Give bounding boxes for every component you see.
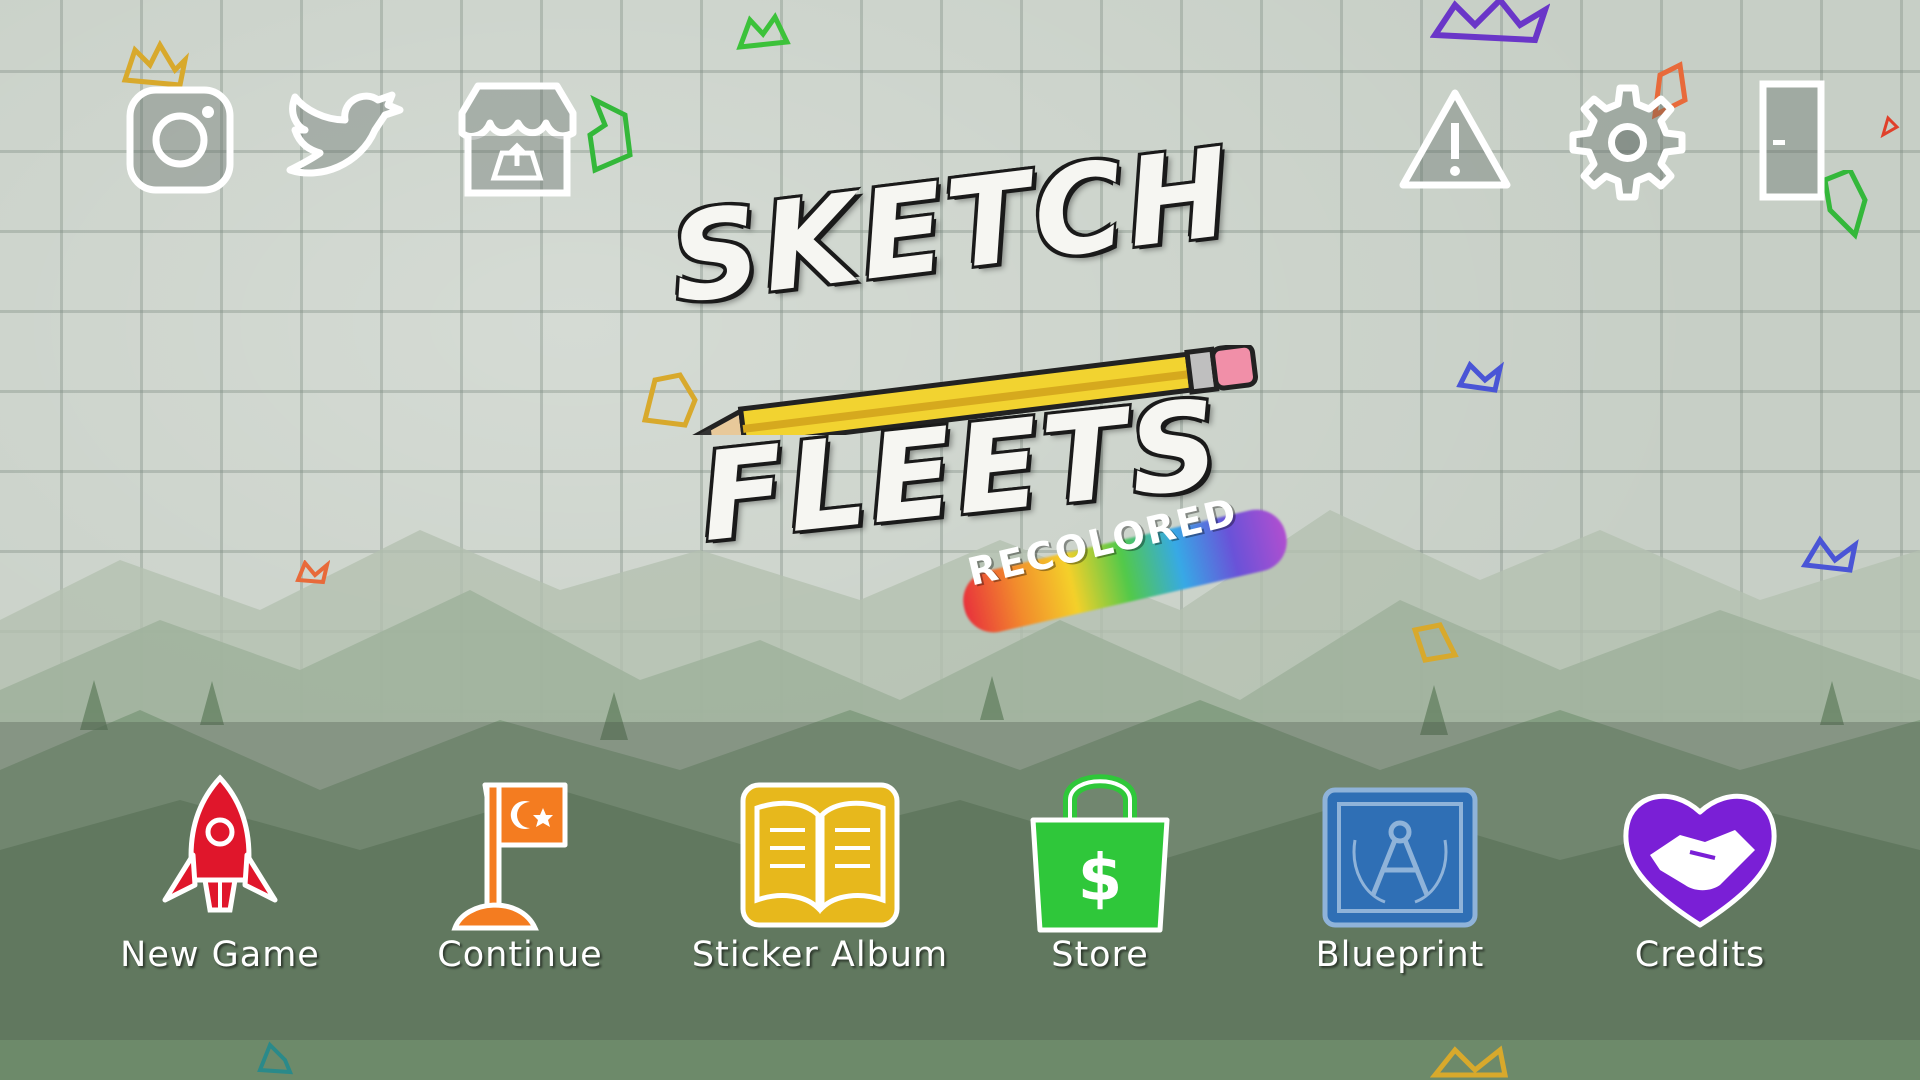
- game-logo: SKETCH FLEETS RECOLORED: [640, 100, 1293, 639]
- debris-shard: [257, 1041, 294, 1075]
- blueprint-label: Blueprint: [1315, 935, 1485, 975]
- credits-button[interactable]: Credits: [1570, 760, 1830, 990]
- handshake-heart-icon: [1623, 793, 1777, 928]
- new-game-button[interactable]: New Game: [90, 760, 350, 990]
- itch-io-store-icon: [458, 82, 577, 197]
- store-button[interactable]: $ Store: [970, 760, 1230, 990]
- main-menu-scene: SKETCH FLEETS RECOLORED New Game Continu…: [0, 0, 1920, 1080]
- debris-shard: [736, 12, 791, 50]
- instagram-button[interactable]: [120, 80, 240, 200]
- rocket-icon: [162, 774, 278, 913]
- debris-shard: [1456, 360, 1505, 393]
- credits-label: Credits: [1634, 935, 1766, 975]
- twitter-button[interactable]: [280, 85, 410, 200]
- warning-button[interactable]: [1395, 85, 1515, 195]
- blueprint-button[interactable]: Blueprint: [1270, 760, 1530, 990]
- blueprint-icon: [1322, 787, 1478, 928]
- book-icon: [740, 782, 900, 928]
- sticker-album-button[interactable]: Sticker Album: [690, 760, 950, 990]
- warning-icon: [1399, 89, 1511, 189]
- debris-shard: [1430, 0, 1550, 44]
- debris-shard: [295, 560, 330, 585]
- itch-io-store-button[interactable]: [450, 78, 585, 203]
- debris-shard: [1411, 622, 1459, 663]
- sticker-album-label: Sticker Album: [691, 935, 949, 975]
- store-label: Store: [1051, 935, 1149, 975]
- debris-shard: [1430, 1045, 1509, 1078]
- debris-shard: [587, 95, 633, 174]
- gear-icon: [1569, 84, 1686, 201]
- exit-door-icon: [1759, 80, 1825, 201]
- continue-button[interactable]: Continue: [390, 760, 650, 990]
- new-game-label: New Game: [120, 935, 320, 975]
- settings-button[interactable]: [1565, 80, 1690, 205]
- shopping-bag-icon: $: [1030, 774, 1170, 933]
- exit-button[interactable]: [1755, 78, 1830, 203]
- instagram-icon: [126, 86, 234, 194]
- logo-title-line1: SKETCH: [663, 121, 1242, 331]
- continue-label: Continue: [437, 935, 603, 975]
- flag-icon: [451, 782, 568, 931]
- twitter-icon: [286, 91, 404, 177]
- debris-shard: [1800, 535, 1859, 573]
- debris-shard: [1880, 115, 1900, 139]
- svg-text:$: $: [1078, 842, 1123, 916]
